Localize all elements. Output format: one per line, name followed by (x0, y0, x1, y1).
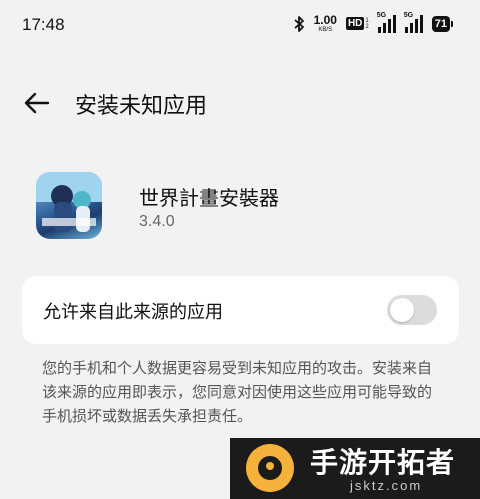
watermark-logo-icon (246, 444, 294, 492)
arrow-left-icon[interactable] (22, 88, 52, 118)
toggle-knob (390, 298, 414, 322)
network-speed-value: 1.00 (313, 13, 337, 27)
allow-source-setting[interactable]: 允许来自此来源的应用 (22, 276, 459, 344)
network-speed-unit: KB/S (318, 27, 333, 33)
status-bar: 17:48 1.00 KB/S HD 1 2 5G 5G 71 (0, 0, 480, 50)
allow-source-label: 允许来自此来源的应用 (43, 302, 223, 323)
header: 安装未知应用 (0, 80, 480, 126)
signal-icon: 5G (376, 11, 396, 33)
app-icon (36, 172, 102, 239)
watermark-banner: 手游开拓者 jsktz.com (230, 438, 480, 499)
sim2-network-tag: 5G (403, 11, 414, 19)
battery-icon: 71 (431, 15, 454, 32)
watermark-url: jsktz.com (350, 478, 423, 493)
app-version: 3.4.0 (139, 213, 175, 230)
warning-description: 您的手机和个人数据更容易受到未知应用的攻击。安装来自该来源的应用即表示，您同意对… (42, 359, 433, 425)
watermark-title: 手游开拓者 (310, 446, 456, 479)
page-title: 安装未知应用 (75, 94, 208, 119)
signal-icon-sim2: 5G (403, 11, 423, 33)
status-time: 17:48 (22, 15, 65, 34)
network-speed: 1.00 KB/S (314, 14, 337, 33)
hd-sim-numbers: 1 2 (365, 18, 368, 30)
allow-source-toggle[interactable] (387, 295, 437, 325)
hd-voice-badge: HD 1 2 (345, 17, 369, 30)
bluetooth-icon (294, 15, 304, 32)
status-icons: 1.00 KB/S HD 1 2 5G 5G 71 (293, 11, 454, 33)
app-name: 世界計畫安裝器 (139, 186, 279, 210)
hd-label: HD (345, 17, 365, 30)
app-info: 世界計畫安裝器 3.4.0 (36, 172, 456, 242)
hd-sim2: 2 (365, 23, 369, 30)
sim1-network-tag: 5G (376, 11, 387, 19)
